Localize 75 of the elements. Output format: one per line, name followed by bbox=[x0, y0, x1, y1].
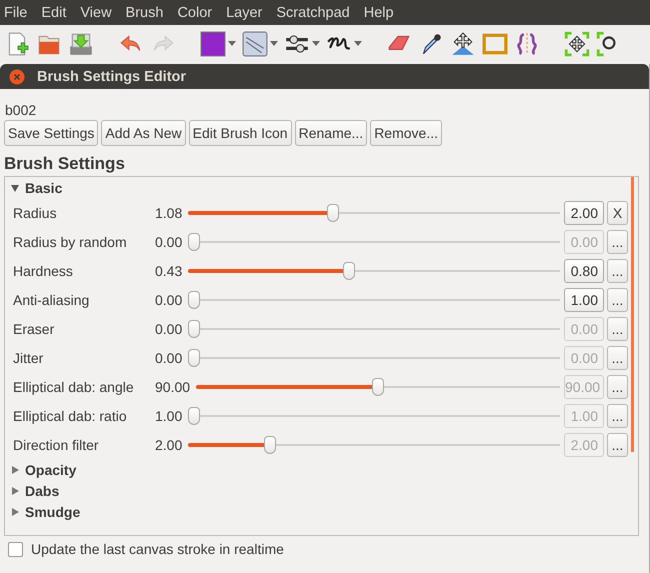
slider-thumb[interactable] bbox=[327, 204, 340, 222]
menu-item[interactable]: Layer bbox=[226, 4, 262, 20]
setting-value: 1.00 bbox=[155, 408, 182, 424]
action-button[interactable]: Edit Brush Icon bbox=[188, 120, 292, 146]
caret-icon[interactable] bbox=[354, 41, 362, 46]
move-layer-icon[interactable] bbox=[450, 30, 476, 56]
group-header[interactable]: Dabs bbox=[11, 480, 628, 501]
setting-value: 1.08 bbox=[155, 204, 182, 220]
menu-item[interactable]: Brush bbox=[126, 4, 164, 20]
collapsed-icon bbox=[11, 466, 19, 474]
slider[interactable] bbox=[188, 406, 560, 424]
caret-icon[interactable] bbox=[228, 41, 236, 46]
caret-icon[interactable] bbox=[270, 41, 278, 46]
setting-value: 90.00 bbox=[155, 378, 190, 394]
checkbox[interactable] bbox=[8, 542, 23, 556]
setting-value: 0.00 bbox=[155, 292, 182, 308]
menu-item[interactable]: Scratchpad bbox=[276, 4, 350, 20]
base-value-field[interactable]: 2.00 bbox=[564, 200, 604, 224]
curve-button[interactable]: X bbox=[607, 200, 628, 224]
group-header[interactable]: Smudge bbox=[11, 501, 628, 522]
close-icon[interactable] bbox=[9, 68, 25, 84]
slider[interactable] bbox=[188, 348, 560, 366]
setting-label: Hardness bbox=[12, 262, 74, 278]
setting-value: 0.43 bbox=[155, 262, 182, 278]
setting-label: Elliptical dab: ratio bbox=[12, 408, 128, 424]
setting-value: 0.00 bbox=[155, 350, 182, 366]
slider-thumb[interactable] bbox=[188, 290, 200, 308]
slider[interactable] bbox=[188, 262, 560, 280]
scrollbar[interactable] bbox=[631, 177, 634, 452]
symmetry-icon[interactable] bbox=[514, 30, 540, 56]
realtime-checkbox[interactable]: Update the last canvas stroke in realtime bbox=[4, 541, 645, 557]
base-value-field[interactable]: 0.80 bbox=[564, 258, 604, 282]
brush-name: b002 bbox=[4, 102, 38, 120]
group-header[interactable]: Opacity bbox=[11, 459, 628, 480]
section-title: Brush Settings bbox=[4, 154, 126, 175]
menu-item[interactable]: Edit bbox=[41, 4, 66, 20]
setting-value: 0.00 bbox=[155, 320, 182, 336]
setting-label: Direction filter bbox=[12, 436, 100, 452]
brush-preset-icon[interactable] bbox=[242, 30, 268, 56]
color-swatch-icon[interactable] bbox=[200, 30, 226, 56]
slider[interactable] bbox=[188, 290, 560, 308]
collapsed-icon bbox=[11, 486, 19, 494]
slider[interactable] bbox=[188, 232, 560, 250]
group-header[interactable]: Basic bbox=[11, 177, 628, 198]
action-button[interactable]: Add As New bbox=[101, 120, 186, 146]
expanded-icon bbox=[11, 184, 19, 192]
setting-label: Elliptical dab: angle bbox=[12, 378, 135, 394]
action-button[interactable]: Remove... bbox=[370, 120, 442, 146]
slider[interactable] bbox=[188, 320, 560, 338]
slider[interactable] bbox=[188, 436, 560, 454]
slider-thumb[interactable] bbox=[342, 262, 355, 280]
slider[interactable] bbox=[196, 378, 560, 396]
slider[interactable] bbox=[188, 204, 560, 222]
menu-item[interactable]: Help bbox=[364, 4, 394, 20]
setting-label: Radius by random bbox=[12, 234, 128, 250]
action-button[interactable]: Rename... bbox=[294, 120, 368, 146]
curve-button[interactable]: ... bbox=[607, 288, 628, 312]
setting-label: Eraser bbox=[12, 320, 56, 336]
frame-icon[interactable] bbox=[482, 30, 508, 56]
menu-item[interactable]: Color bbox=[177, 4, 212, 20]
curve-button[interactable]: ... bbox=[607, 258, 628, 282]
setting-label: Anti-aliasing bbox=[12, 292, 90, 308]
base-value-field[interactable]: 1.00 bbox=[564, 288, 604, 312]
action-button[interactable]: Save Settings bbox=[4, 120, 98, 146]
save-icon[interactable] bbox=[68, 30, 94, 56]
setting-label: Jitter bbox=[12, 350, 44, 366]
fit-view-icon[interactable] bbox=[564, 30, 590, 56]
setting-label: Radius bbox=[12, 204, 58, 220]
menu-item[interactable]: File bbox=[4, 4, 28, 20]
collapsed-icon bbox=[11, 508, 19, 516]
caret-icon[interactable] bbox=[312, 41, 320, 46]
window-title: Brush Settings Editor bbox=[37, 68, 186, 84]
setting-value: 0.00 bbox=[155, 234, 182, 250]
setting-value: 2.00 bbox=[155, 436, 182, 452]
menu-item[interactable]: View bbox=[80, 4, 112, 20]
